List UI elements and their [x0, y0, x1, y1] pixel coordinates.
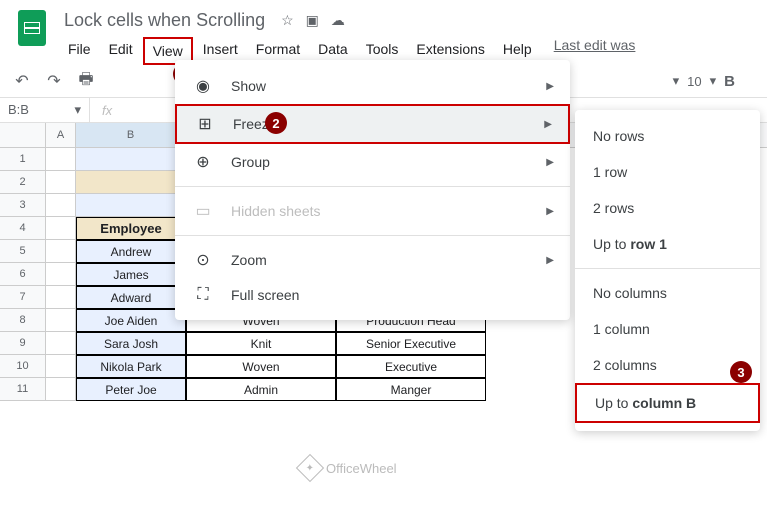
menu-zoom[interactable]: ⊙Zoom▶: [175, 242, 570, 278]
document-title[interactable]: Lock cells when Scrolling: [60, 8, 269, 33]
cell[interactable]: Knit: [186, 332, 336, 355]
separator: [175, 186, 570, 187]
row-header[interactable]: 4: [0, 217, 46, 240]
freeze-no-rows[interactable]: No rows: [575, 118, 760, 154]
cell[interactable]: [46, 378, 76, 401]
bold-button[interactable]: B: [724, 73, 735, 90]
cell[interactable]: [46, 355, 76, 378]
cell[interactable]: [76, 148, 186, 171]
cell[interactable]: Sara Josh: [76, 332, 186, 355]
menu-file[interactable]: File: [60, 37, 99, 65]
cell[interactable]: [46, 332, 76, 355]
cell[interactable]: [46, 194, 76, 217]
row-header[interactable]: 8: [0, 309, 46, 332]
cell[interactable]: Woven: [186, 355, 336, 378]
cell[interactable]: Employee: [76, 217, 186, 240]
font-size-dropdown[interactable]: ▾: [673, 73, 680, 89]
fullscreen-icon: ⛶: [191, 286, 215, 304]
star-icon[interactable]: ☆: [281, 12, 294, 29]
cell[interactable]: Nikola Park: [76, 355, 186, 378]
cell[interactable]: Joe Aiden: [76, 309, 186, 332]
fx-label: fx: [90, 99, 124, 122]
menu-edit[interactable]: Edit: [101, 37, 141, 65]
header: Lock cells when Scrolling ☆ ▣ ☁ File Edi…: [0, 0, 767, 65]
zoom-icon: ⊙: [191, 250, 215, 270]
select-all-cell[interactable]: [0, 123, 46, 147]
freeze-up-to-column[interactable]: Up to column B 3: [575, 383, 760, 423]
move-icon[interactable]: ▣: [306, 12, 319, 29]
undo-icon[interactable]: ↶: [12, 71, 32, 91]
chevron-right-icon: ▶: [544, 119, 552, 130]
cell[interactable]: Admin: [186, 378, 336, 401]
row-header[interactable]: 2: [0, 171, 46, 194]
chevron-right-icon: ▶: [546, 206, 554, 217]
menu-group[interactable]: ⊕Group▶: [175, 144, 570, 180]
watermark-icon: ✦: [296, 454, 324, 482]
col-header-a[interactable]: A: [46, 123, 76, 147]
row-header[interactable]: 9: [0, 332, 46, 355]
cell[interactable]: Executive: [336, 355, 486, 378]
menu-fullscreen[interactable]: ⛶Full screen: [175, 278, 570, 312]
cell[interactable]: Manger: [336, 378, 486, 401]
row-header[interactable]: 6: [0, 263, 46, 286]
menu-freeze[interactable]: ⊞Freeze 2 ▶: [175, 104, 570, 144]
chevron-right-icon: ▶: [546, 81, 554, 92]
freeze-submenu: No rows 1 row 2 rows Up to row 1 No colu…: [575, 110, 760, 431]
cell[interactable]: [46, 286, 76, 309]
chevron-right-icon: ▶: [546, 255, 554, 266]
cloud-icon[interactable]: ☁: [331, 12, 345, 29]
cell[interactable]: [46, 263, 76, 286]
watermark: ✦ OfficeWheel: [300, 458, 397, 478]
name-box[interactable]: B:B▾: [0, 98, 90, 122]
view-dropdown-menu: ◉Show▶ ⊞Freeze 2 ▶ ⊕Group▶ ▭Hidden sheet…: [175, 60, 570, 320]
cell[interactable]: [46, 309, 76, 332]
annotation-marker-2: 2: [265, 112, 287, 134]
redo-icon[interactable]: ↷: [44, 71, 64, 91]
cell[interactable]: Peter Joe: [76, 378, 186, 401]
freeze-1-row[interactable]: 1 row: [575, 154, 760, 190]
menu-hidden-sheets: ▭Hidden sheets▶: [175, 193, 570, 229]
hidden-icon: ▭: [191, 201, 215, 221]
row-header[interactable]: 11: [0, 378, 46, 401]
font-size-value[interactable]: 10: [687, 74, 701, 89]
freeze-2-rows[interactable]: 2 rows: [575, 190, 760, 226]
freeze-icon: ⊞: [193, 114, 217, 134]
cell[interactable]: [46, 217, 76, 240]
annotation-marker-3: 3: [730, 361, 752, 383]
cell[interactable]: [76, 171, 186, 194]
eye-icon: ◉: [191, 76, 215, 96]
row-header[interactable]: 7: [0, 286, 46, 309]
freeze-1-column[interactable]: 1 column: [575, 311, 760, 347]
freeze-no-columns[interactable]: No columns: [575, 275, 760, 311]
separator: [575, 268, 760, 269]
menu-show[interactable]: ◉Show▶: [175, 68, 570, 104]
row-header[interactable]: 10: [0, 355, 46, 378]
print-icon[interactable]: 🖶: [76, 71, 96, 91]
cell[interactable]: [76, 194, 186, 217]
cell[interactable]: [46, 148, 76, 171]
cell[interactable]: [46, 240, 76, 263]
font-size-caret[interactable]: ▾: [710, 73, 717, 89]
freeze-up-to-row[interactable]: Up to row 1: [575, 226, 760, 262]
row-header[interactable]: 3: [0, 194, 46, 217]
group-icon: ⊕: [191, 152, 215, 172]
cell[interactable]: Andrew: [76, 240, 186, 263]
row-header[interactable]: 1: [0, 148, 46, 171]
cell[interactable]: [46, 171, 76, 194]
cell[interactable]: Adward: [76, 286, 186, 309]
cell[interactable]: Senior Executive: [336, 332, 486, 355]
chevron-right-icon: ▶: [546, 157, 554, 168]
sheets-logo[interactable]: [12, 8, 52, 48]
row-header[interactable]: 5: [0, 240, 46, 263]
separator: [175, 235, 570, 236]
cell[interactable]: James: [76, 263, 186, 286]
col-header-b[interactable]: B: [76, 123, 186, 147]
